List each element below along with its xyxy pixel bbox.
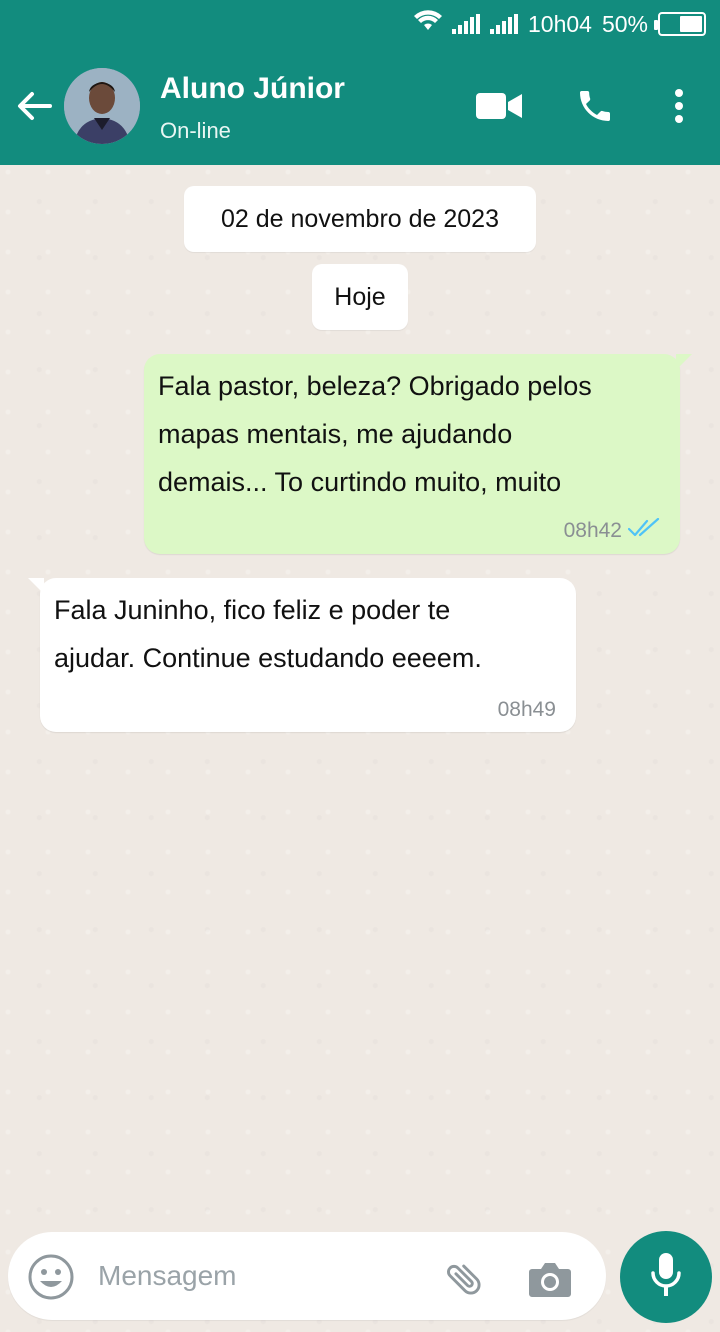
more-options-icon[interactable] xyxy=(664,82,694,130)
message-meta: 08h42 xyxy=(563,517,660,544)
contact-name[interactable]: Aluno Júnior xyxy=(160,72,345,106)
signal-icon-2 xyxy=(489,14,518,34)
message-input[interactable]: Mensagem xyxy=(98,1260,237,1292)
wifi-icon xyxy=(413,10,442,38)
date-chip: 02 de novembro de 2023 xyxy=(184,186,536,252)
signal-icon xyxy=(451,14,480,34)
bubble-tail xyxy=(676,354,692,370)
message-incoming[interactable]: Fala Juninho, fico feliz e poder te ajud… xyxy=(28,578,576,732)
message-time: 08h42 xyxy=(563,519,622,542)
today-chip: Hoje xyxy=(312,264,408,330)
attach-icon[interactable] xyxy=(440,1254,490,1304)
back-arrow-icon[interactable] xyxy=(14,86,54,126)
phone-call-icon[interactable] xyxy=(570,82,620,130)
today-chip-label: Hoje xyxy=(334,282,386,311)
status-bar: 10h04 50% xyxy=(413,8,706,40)
message-text: Fala Juninho, fico feliz e poder te ajud… xyxy=(54,595,482,673)
bubble-tail xyxy=(28,578,44,594)
double-check-icon xyxy=(627,517,660,544)
message-time: 08h49 xyxy=(497,698,556,721)
mic-button[interactable] xyxy=(620,1231,712,1323)
date-chip-label: 02 de novembro de 2023 xyxy=(221,204,499,233)
video-call-icon[interactable] xyxy=(474,82,524,130)
message-text: Fala pastor, beleza? Obrigado pelos mapa… xyxy=(158,371,592,497)
emoji-icon[interactable] xyxy=(26,1252,76,1302)
battery-percent: 50% xyxy=(601,10,648,37)
chat-header: Aluno Júnior On-line xyxy=(0,60,720,160)
camera-icon[interactable] xyxy=(524,1254,576,1304)
message-meta: 08h49 xyxy=(498,698,556,722)
message-composer[interactable]: Mensagem xyxy=(8,1232,606,1320)
microphone-icon xyxy=(649,1251,683,1304)
contact-status: On-line xyxy=(160,118,231,143)
battery-icon xyxy=(654,12,706,36)
status-time: 10h04 xyxy=(527,10,592,37)
message-outgoing[interactable]: Fala pastor, beleza? Obrigado pelos mapa… xyxy=(144,354,692,554)
avatar[interactable] xyxy=(64,68,140,144)
top-bar: 10h04 50% Aluno Júnior On-line xyxy=(0,0,720,165)
